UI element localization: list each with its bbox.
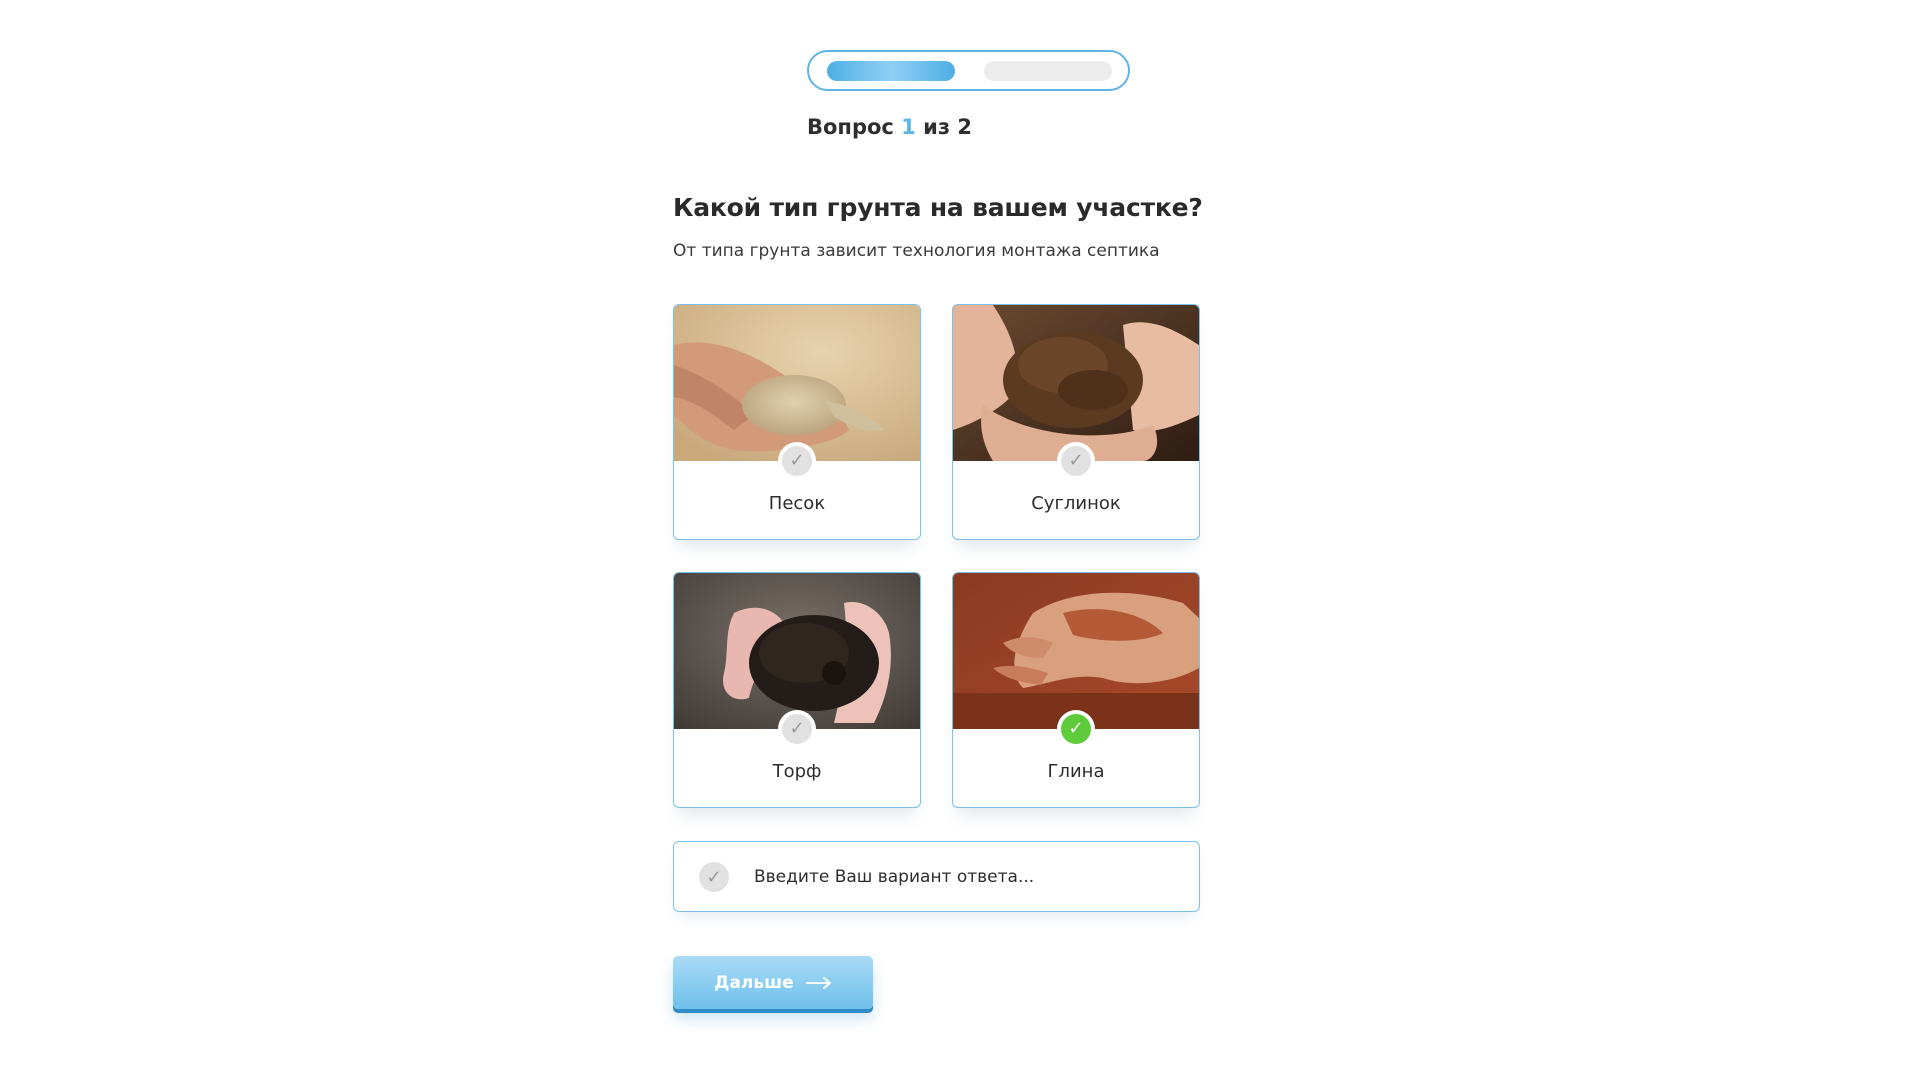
option-label: Песок — [768, 493, 826, 514]
counter-current: 1 — [901, 115, 916, 139]
check-icon: ✓ — [782, 714, 812, 744]
question-title: Какой тип грунта на вашем участке? — [673, 193, 1203, 222]
option-card-loam[interactable]: ✓ Суглинок — [952, 304, 1200, 540]
option-checkbox[interactable]: ✓ — [778, 442, 816, 480]
peat-image — [674, 573, 920, 729]
progress-bar — [807, 50, 1130, 91]
option-card-sand[interactable]: ✓ Песок — [673, 304, 921, 540]
clay-image — [953, 573, 1199, 729]
sand-image — [674, 305, 920, 461]
next-button-label: Дальше — [714, 972, 794, 993]
next-button[interactable]: Дальше — [673, 956, 873, 1009]
loam-image — [953, 305, 1199, 461]
option-card-peat[interactable]: ✓ Торф — [673, 572, 921, 808]
counter-middle: из — [923, 115, 951, 139]
question-subtitle: От типа грунта зависит технология монтаж… — [673, 241, 1160, 261]
counter-prefix: Вопрос — [807, 115, 894, 139]
custom-answer-field[interactable]: ✓ — [673, 841, 1200, 912]
progress-segment-current — [827, 61, 955, 81]
check-icon: ✓ — [1061, 714, 1091, 744]
question-counter: Вопрос 1 из 2 — [807, 115, 972, 139]
arrow-right-icon — [805, 976, 831, 989]
option-checkbox-selected[interactable]: ✓ — [1057, 710, 1095, 748]
counter-total: 2 — [957, 115, 972, 139]
option-label: Торф — [772, 761, 822, 782]
check-icon: ✓ — [782, 446, 812, 476]
option-checkbox[interactable]: ✓ — [778, 710, 816, 748]
option-card-clay[interactable]: ✓ Глина — [952, 572, 1200, 808]
option-label: Глина — [1047, 761, 1105, 782]
option-label: Суглинок — [1031, 493, 1121, 514]
check-icon[interactable]: ✓ — [699, 862, 729, 892]
check-icon: ✓ — [1061, 446, 1091, 476]
progress-segment-remaining — [984, 61, 1112, 81]
option-checkbox[interactable]: ✓ — [1057, 442, 1095, 480]
custom-answer-input[interactable] — [754, 859, 1174, 895]
